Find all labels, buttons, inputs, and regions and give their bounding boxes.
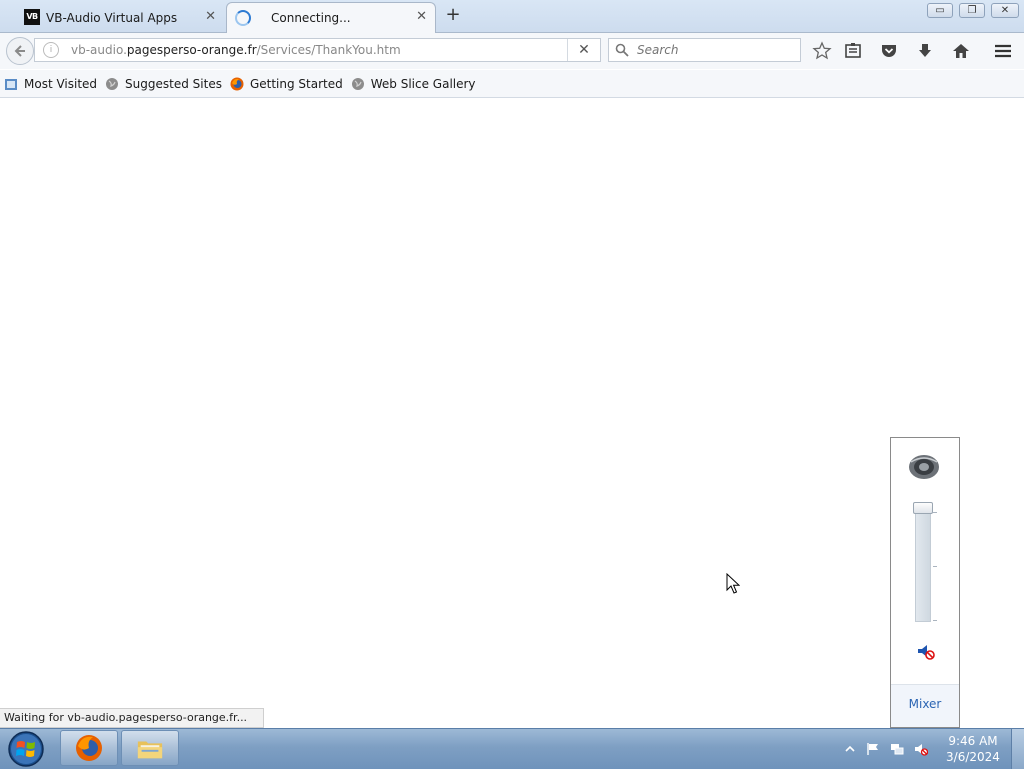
url-prefix: vb-audio. xyxy=(71,43,127,57)
volume-muted-tray-icon[interactable] xyxy=(914,742,928,756)
bookmark-label: Getting Started xyxy=(249,76,343,91)
back-arrow-icon xyxy=(14,45,25,57)
windows-taskbar: 9:46 AM 3/6/2024 xyxy=(0,728,1024,769)
search-bar[interactable] xyxy=(608,38,801,62)
minimize-button[interactable]: ▭ xyxy=(927,3,953,18)
bookmarks-folder-icon xyxy=(5,78,17,90)
show-hidden-icons-icon[interactable] xyxy=(844,742,856,756)
bookmark-label: Most Visited xyxy=(24,76,98,91)
bookmark-web-slice-gallery[interactable]: Web Slice Gallery xyxy=(351,77,476,91)
folder-icon xyxy=(137,741,163,759)
close-tab-icon[interactable]: ✕ xyxy=(205,9,216,24)
slider-tick xyxy=(933,620,937,621)
address-bar[interactable]: i vb-audio.pagesperso-orange.fr/Services… xyxy=(34,38,601,62)
bookmark-most-visited[interactable]: Most Visited xyxy=(4,77,97,91)
home-icon[interactable] xyxy=(951,41,971,61)
vb-logo-icon: VB xyxy=(24,9,40,25)
taskbar-firefox-button[interactable] xyxy=(60,730,118,766)
show-desktop-button[interactable] xyxy=(1011,729,1024,769)
clock-time: 9:46 AM xyxy=(948,734,998,748)
taskbar-explorer-button[interactable] xyxy=(121,730,179,766)
search-input[interactable] xyxy=(635,42,799,58)
start-button[interactable] xyxy=(6,730,46,768)
slider-tick xyxy=(933,512,937,513)
muted-speaker-icon[interactable] xyxy=(917,644,935,660)
url-text: vb-audio.pagesperso-orange.fr/Services/T… xyxy=(71,43,401,57)
tab-vb-audio[interactable]: VB VB-Audio Virtual Apps ✕ xyxy=(6,3,224,32)
bookmark-label: Web Slice Gallery xyxy=(370,76,476,91)
back-button[interactable] xyxy=(6,37,34,65)
firefox-icon xyxy=(76,735,102,761)
bookmark-label: Suggested Sites xyxy=(125,76,222,91)
close-tab-icon[interactable]: ✕ xyxy=(416,9,427,24)
bookmarks-toolbar: Most Visited Suggested Sites Getting Sta… xyxy=(0,70,1024,98)
status-bar-text: Waiting for vb-audio.pagesperso-orange.f… xyxy=(0,708,264,728)
bookmark-star-icon[interactable] xyxy=(812,41,832,61)
tab-title: Connecting... xyxy=(271,11,351,25)
loading-spinner-icon xyxy=(235,10,251,26)
mixer-link[interactable]: Mixer xyxy=(891,697,959,711)
globe-icon xyxy=(351,77,364,90)
pocket-icon[interactable] xyxy=(879,41,899,61)
speakers-device-icon[interactable] xyxy=(907,452,941,482)
tab-title: VB-Audio Virtual Apps xyxy=(46,10,178,25)
url-path: /Services/ThankYou.htm xyxy=(256,43,401,57)
network-icon[interactable] xyxy=(890,742,904,756)
mouse-cursor-icon xyxy=(726,573,740,594)
page-content-blank xyxy=(0,98,1024,728)
navigation-toolbar: i vb-audio.pagesperso-orange.fr/Services… xyxy=(0,33,1024,69)
downloads-icon[interactable] xyxy=(915,41,935,61)
action-center-flag-icon[interactable] xyxy=(866,742,880,756)
mixer-footer: Mixer xyxy=(891,684,959,727)
volume-flyout: Mixer xyxy=(890,437,960,728)
volume-slider-thumb[interactable] xyxy=(913,502,933,514)
system-clock[interactable]: 9:46 AM 3/6/2024 xyxy=(942,733,1004,765)
stop-loading-button[interactable]: ✕ xyxy=(567,39,600,61)
firefox-icon xyxy=(230,77,244,90)
volume-slider[interactable] xyxy=(915,504,931,622)
info-icon[interactable]: i xyxy=(43,42,59,58)
bookmark-suggested-sites[interactable]: Suggested Sites xyxy=(105,77,222,91)
reading-list-icon[interactable] xyxy=(843,41,863,61)
bookmark-getting-started[interactable]: Getting Started xyxy=(230,77,343,91)
new-tab-button[interactable]: + xyxy=(444,6,462,24)
globe-icon xyxy=(106,77,119,90)
clock-date: 3/6/2024 xyxy=(946,750,1000,764)
slider-tick xyxy=(933,566,937,567)
search-icon xyxy=(615,43,629,57)
tab-strip: VB VB-Audio Virtual Apps ✕ Connecting...… xyxy=(0,0,1024,33)
menu-icon[interactable] xyxy=(993,41,1013,61)
url-host: pagesperso-orange.fr xyxy=(126,43,257,57)
tab-connecting[interactable]: Connecting... ✕ xyxy=(226,2,436,33)
close-window-button[interactable]: ✕ xyxy=(991,3,1019,18)
restore-button[interactable]: ❐ xyxy=(959,3,985,18)
